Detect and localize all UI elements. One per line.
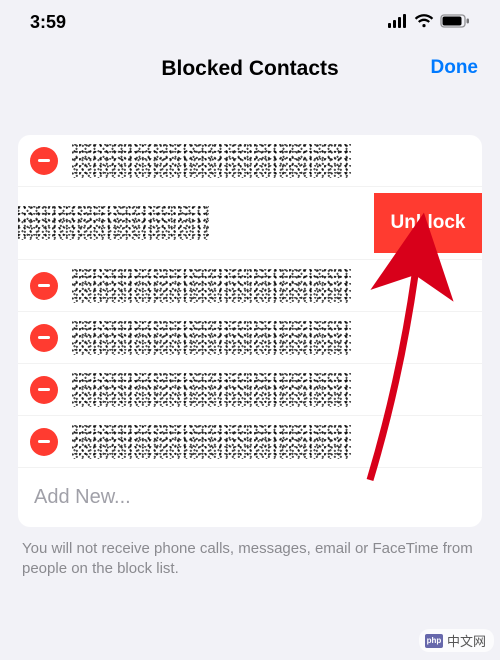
footer-note: You will not receive phone calls, messag… [22, 539, 478, 580]
battery-icon [440, 12, 470, 33]
signal-icon [388, 12, 408, 33]
status-bar: 3:59 [0, 0, 500, 39]
done-button[interactable]: Done [431, 57, 479, 79]
blocked-contacts-list: Unblock Add New... [18, 135, 482, 527]
contact-name [72, 321, 470, 355]
blocked-contact-row[interactable] [18, 135, 482, 187]
contact-name [72, 425, 470, 459]
status-icons [388, 12, 470, 33]
blocked-contact-row[interactable] [18, 364, 482, 416]
clock: 3:59 [30, 12, 66, 33]
watermark-logo-icon: php [425, 634, 443, 648]
blocked-contact-row[interactable] [18, 416, 482, 468]
delete-minus-icon[interactable] [30, 324, 58, 352]
unblock-button[interactable]: Unblock [374, 193, 482, 253]
contact-name [72, 269, 470, 303]
add-new-contact[interactable]: Add New... [18, 468, 482, 527]
blocked-contact-row[interactable]: Unblock [18, 187, 482, 260]
contact-name [72, 144, 470, 178]
wifi-icon [414, 12, 434, 33]
delete-minus-icon[interactable] [30, 147, 58, 175]
page-title: Blocked Contacts [161, 57, 338, 81]
delete-minus-icon[interactable] [30, 272, 58, 300]
watermark-text: 中文网 [447, 631, 486, 650]
contact-name [72, 373, 470, 407]
delete-minus-icon[interactable] [30, 428, 58, 456]
delete-minus-icon[interactable] [30, 376, 58, 404]
watermark: php 中文网 [419, 629, 494, 652]
blocked-contact-row[interactable] [18, 260, 482, 312]
blocked-contact-row[interactable] [18, 312, 482, 364]
header: Blocked Contacts Done [0, 39, 500, 107]
contact-name [18, 206, 362, 240]
